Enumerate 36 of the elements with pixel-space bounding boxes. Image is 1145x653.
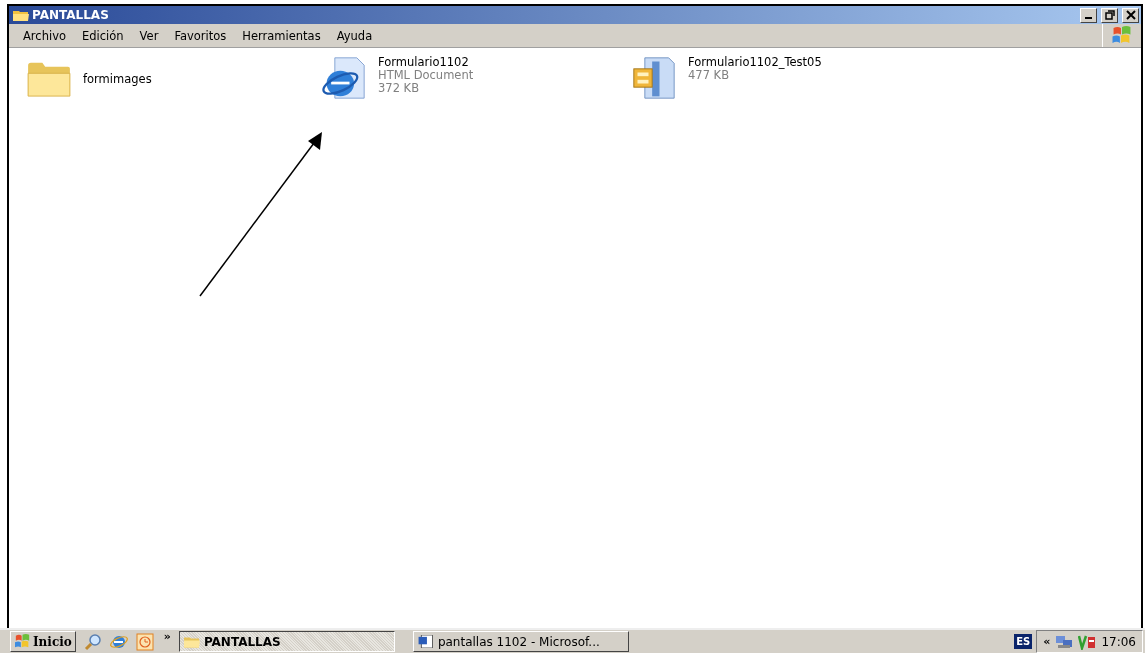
clock-icon[interactable] [135, 632, 154, 651]
start-button[interactable]: Inicio [10, 631, 76, 652]
file-name[interactable]: Formulario1102 [378, 56, 474, 69]
window-title: PANTALLAS [32, 8, 109, 22]
close-icon [1125, 10, 1136, 20]
minimize-button[interactable] [1080, 7, 1097, 23]
folder-icon [183, 635, 200, 648]
windows-logo-icon [14, 634, 31, 649]
menu-item[interactable]: Ayuda [328, 28, 381, 43]
file-detail: 372 KB [378, 82, 421, 95]
menu-item[interactable]: Edición [74, 28, 132, 43]
folder-icon [13, 9, 29, 21]
more-toolbar-button[interactable]: » [163, 630, 171, 643]
language-indicator[interactable]: ES [1014, 634, 1033, 649]
search-icon[interactable] [83, 632, 102, 651]
menu-item[interactable]: Ver [131, 28, 167, 43]
remote-desktop-icon[interactable] [1078, 633, 1097, 650]
file-detail: HTML Document [378, 69, 474, 82]
restore-button[interactable] [1101, 7, 1118, 23]
compressed-file-icon[interactable] [630, 56, 678, 100]
menu-item[interactable]: Archivo [15, 28, 74, 43]
network-icon[interactable] [1055, 633, 1074, 650]
menu-item[interactable]: Herramientas [234, 28, 329, 43]
file-name[interactable]: Formulario1102_Test05 [688, 56, 822, 69]
file-name[interactable]: formimages [83, 72, 152, 86]
web-page-icon[interactable] [320, 56, 368, 100]
menu-item[interactable]: Favoritos [166, 28, 235, 43]
clock: 17:06 [1101, 634, 1136, 649]
close-button[interactable] [1122, 7, 1139, 23]
restore-icon [1104, 10, 1115, 20]
show-hidden-icons-button[interactable]: « [1043, 635, 1051, 648]
document-icon [417, 635, 434, 648]
minimize-icon [1085, 17, 1092, 19]
taskbar-button[interactable]: pantallas 1102 - Microsof... [412, 631, 629, 652]
file-detail: 477 KB [688, 69, 730, 82]
taskbar-button[interactable]: PANTALLAS [178, 631, 395, 652]
